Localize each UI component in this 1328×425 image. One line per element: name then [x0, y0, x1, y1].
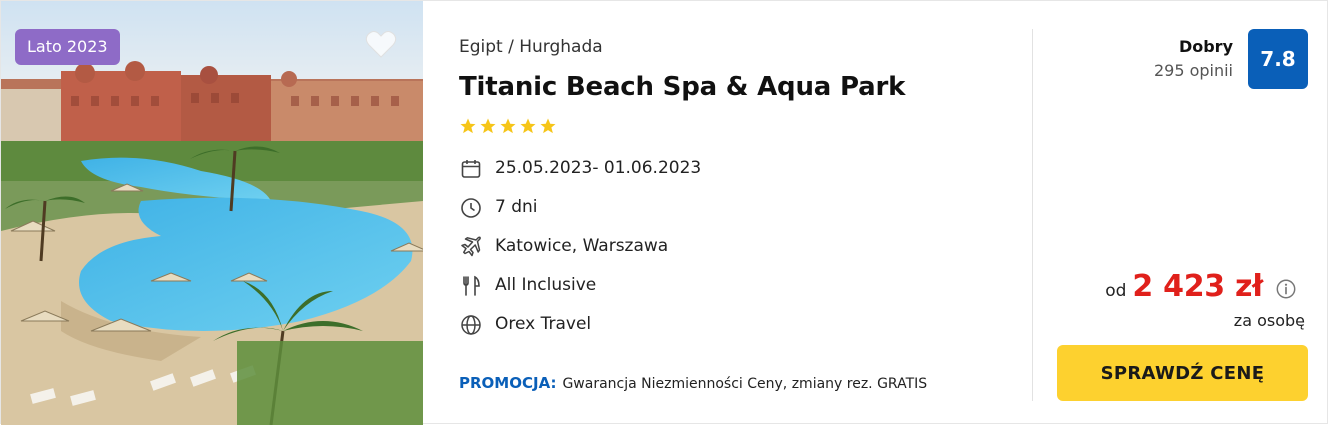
price-prefix: od [1105, 281, 1127, 301]
promo-label: PROMOCJA: [459, 374, 557, 392]
hotel-name[interactable]: Titanic Beach Spa & Aqua Park [459, 72, 905, 102]
promo-text: Gwarancja Niezmienności Ceny, zmiany rez… [562, 376, 928, 392]
destination-location[interactable]: Egipt / Hurghada [459, 37, 603, 57]
star-icon [520, 118, 536, 134]
departure-cities: Katowice, Warszawa [495, 236, 669, 256]
rating-score-badge: 7.8 [1248, 29, 1308, 89]
star-icon [480, 118, 496, 134]
column-divider [1032, 29, 1033, 401]
globe-icon [459, 313, 483, 337]
trip-duration: 7 dni [495, 197, 538, 217]
fork-knife-icon [459, 274, 483, 298]
rating-label: Dobry [1178, 37, 1233, 56]
price-row: od 2 423 zł [1105, 269, 1297, 309]
offer-info: Egipt / Hurghada Titanic Beach Spa & Aqu… [459, 1, 1019, 425]
review-count[interactable]: 295 opinii [1154, 61, 1233, 80]
board-type: All Inclusive [495, 275, 597, 295]
price-per-person: za osobę [1233, 311, 1305, 330]
heart-icon[interactable] [365, 29, 397, 59]
star-rating [459, 117, 557, 135]
promotion: PROMOCJA: Gwarancja Niezmienności Ceny, z… [459, 373, 927, 392]
plane-icon [459, 235, 483, 259]
tour-operator: Orex Travel [495, 314, 592, 334]
star-icon [540, 118, 556, 134]
star-icon [500, 118, 516, 134]
clock-icon [459, 196, 483, 220]
trip-dates: 25.05.2023- 01.06.2023 [495, 158, 702, 178]
price-value: 2 423 zł [1132, 269, 1263, 304]
star-icon [460, 118, 476, 134]
hotel-offer-card[interactable]: Lato 2023 Egipt / Hurghada Titanic Beach… [0, 0, 1328, 425]
season-badge: Lato 2023 [15, 29, 120, 65]
hotel-photo[interactable]: Lato 2023 [1, 1, 423, 425]
info-icon[interactable] [1275, 278, 1297, 300]
check-price-button[interactable]: SPRAWDŹ CENĘ [1057, 345, 1308, 401]
calendar-icon [459, 157, 483, 181]
